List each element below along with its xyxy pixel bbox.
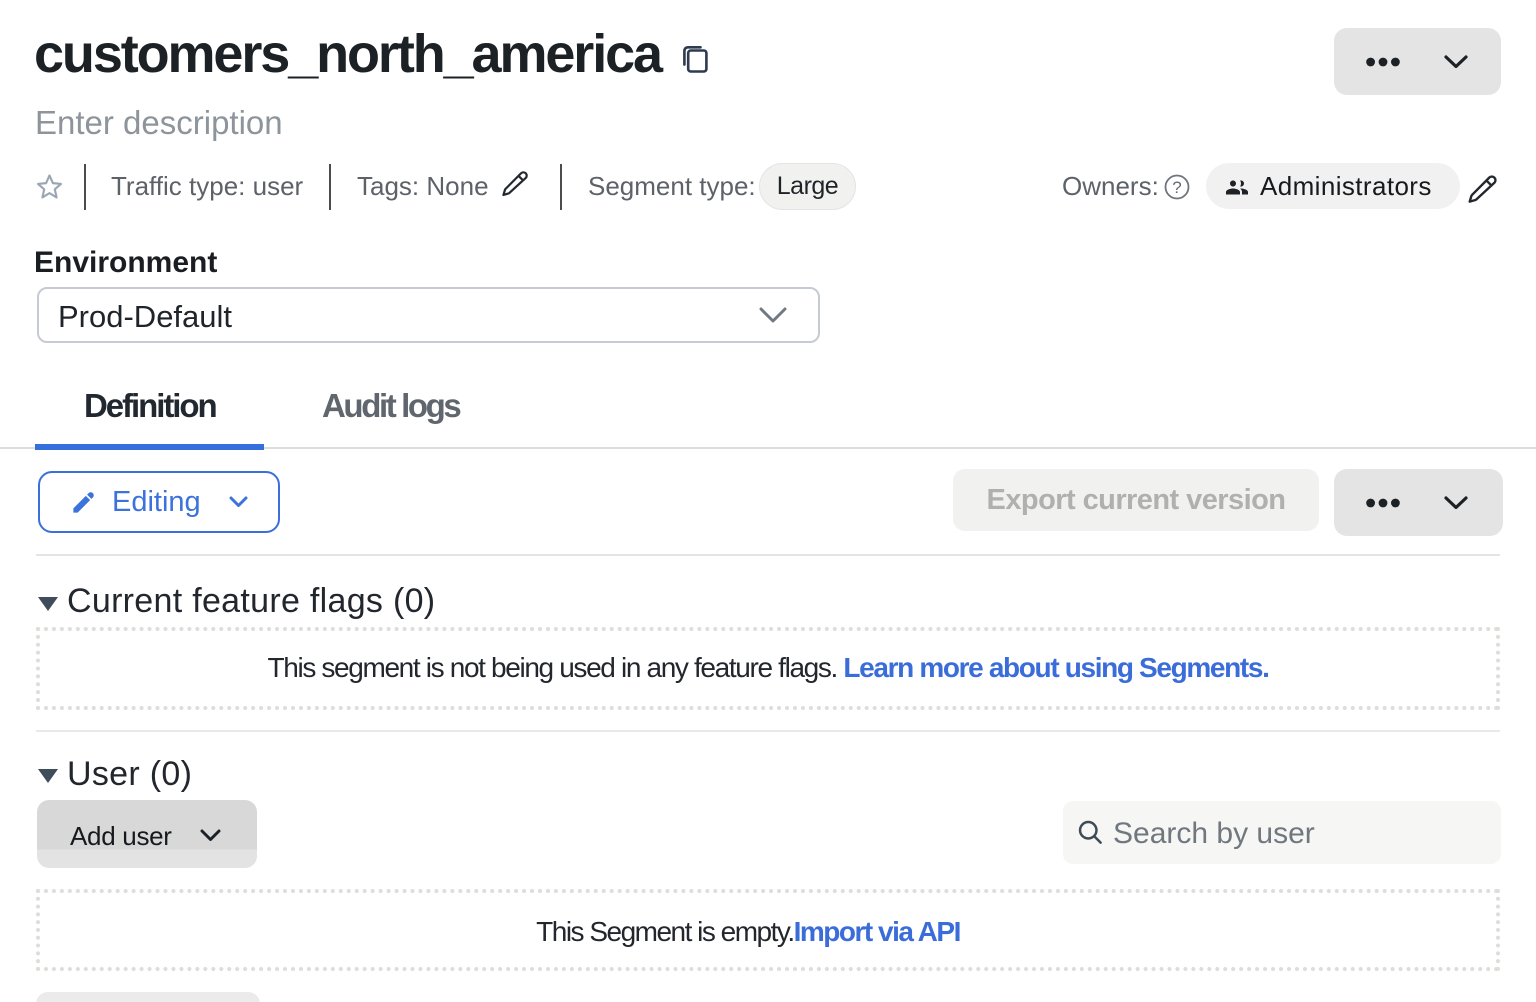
svg-text:?: ? bbox=[1172, 178, 1181, 197]
